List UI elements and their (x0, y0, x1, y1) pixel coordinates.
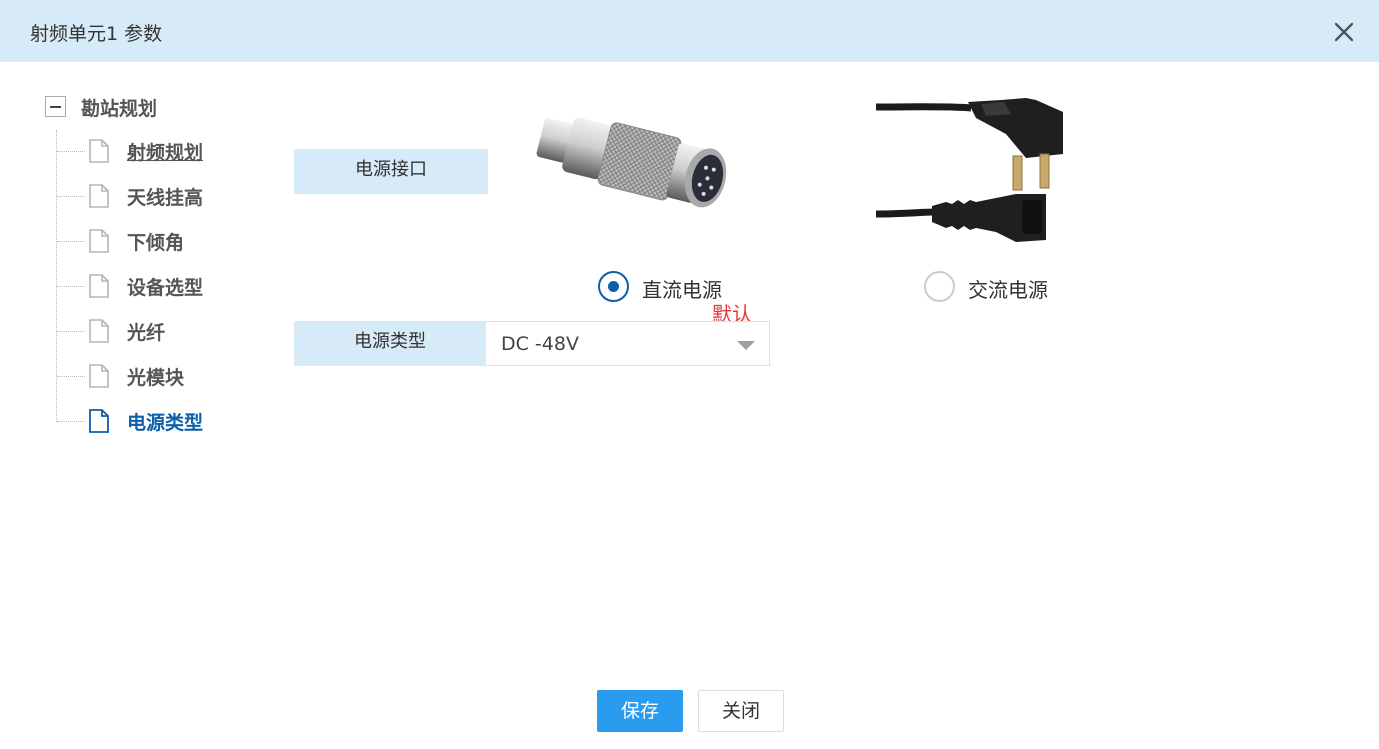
chevron-down-icon[interactable] (737, 341, 755, 350)
file-icon (89, 139, 109, 163)
file-icon (89, 409, 109, 433)
dialog-title: 射频单元1 参数 (30, 23, 163, 45)
close-icon[interactable] (1333, 21, 1355, 43)
ac-power-radio[interactable] (924, 271, 955, 302)
file-icon (89, 364, 109, 388)
power-type-value: DC -48V (501, 333, 579, 355)
tree-item-antenna-height[interactable]: 天线挂高 (57, 182, 317, 212)
tree-item-optical-module[interactable]: 光模块 (57, 362, 317, 392)
tree-item-rf-planning[interactable]: 射频规划 (57, 137, 317, 167)
tree-item-downtilt[interactable]: 下倾角 (57, 227, 317, 257)
ac-power-label[interactable]: 交流电源 (968, 274, 1048, 303)
tree-root[interactable]: 勘站规划 (45, 96, 345, 126)
power-type-label: 电源类型 (294, 321, 486, 366)
tree-item-label: 光模块 (127, 367, 185, 389)
dialog-header: 射频单元1 参数 (0, 0, 1379, 62)
file-icon (89, 274, 109, 298)
tree-root-label: 勘站规划 (81, 98, 158, 120)
save-button[interactable]: 保存 (597, 690, 683, 732)
close-button[interactable]: 关闭 (698, 690, 784, 732)
tree-item-equipment-selection[interactable]: 设备选型 (57, 272, 317, 302)
tree-item-label: 下倾角 (127, 232, 185, 254)
power-type-select[interactable]: DC -48V (486, 321, 770, 366)
file-icon (89, 319, 109, 343)
dc-connector-icon[interactable] (528, 102, 738, 232)
dc-power-radio[interactable] (598, 271, 629, 302)
tree-item-label: 光纤 (127, 322, 166, 344)
tree-item-fiber[interactable]: 光纤 (57, 317, 317, 347)
tree-item-power-type[interactable]: 电源类型 (57, 407, 317, 437)
dc-power-label[interactable]: 直流电源 (642, 274, 722, 303)
ac-power-cord-icon[interactable] (875, 94, 1066, 244)
collapse-icon[interactable] (45, 96, 66, 117)
power-interface-label: 电源接口 (294, 149, 488, 194)
tree-item-label: 天线挂高 (127, 187, 204, 209)
file-icon (89, 184, 109, 208)
file-icon (89, 229, 109, 253)
tree-item-label: 设备选型 (127, 277, 204, 299)
tree-item-label: 射频规划 (127, 142, 204, 164)
tree-item-label: 电源类型 (127, 412, 204, 434)
